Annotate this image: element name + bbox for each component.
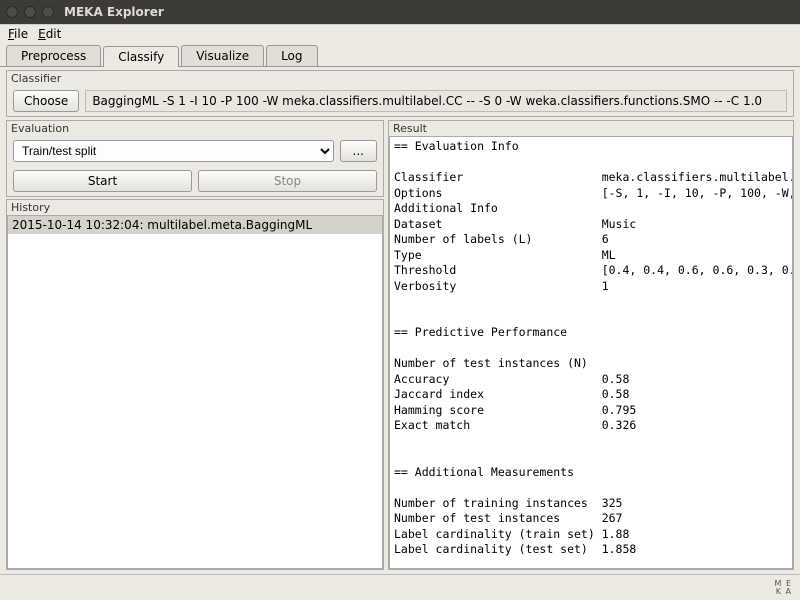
result-panel: Result == Evaluation Info Classifier mek… bbox=[388, 120, 794, 570]
tab-log[interactable]: Log bbox=[266, 45, 317, 66]
history-panel: History 2015-10-14 10:32:04: multilabel.… bbox=[6, 199, 384, 570]
evaluation-options-button[interactable]: ... bbox=[340, 140, 377, 162]
history-panel-title: History bbox=[7, 200, 383, 215]
start-button[interactable]: Start bbox=[13, 170, 192, 192]
classifier-panel-title: Classifier bbox=[7, 71, 793, 86]
classifier-panel: Classifier Choose BaggingML -S 1 -I 10 -… bbox=[6, 70, 794, 117]
window-title: MEKA Explorer bbox=[64, 5, 164, 19]
tabs: Preprocess Classify Visualize Log bbox=[0, 43, 800, 67]
classifier-string[interactable]: BaggingML -S 1 -I 10 -P 100 -W meka.clas… bbox=[85, 90, 787, 112]
menubar: File Edit bbox=[0, 25, 800, 43]
history-item[interactable]: 2015-10-14 10:32:04: multilabel.meta.Bag… bbox=[8, 216, 382, 234]
evaluation-panel-title: Evaluation bbox=[7, 121, 383, 136]
evaluation-mode-select[interactable]: Train/test split bbox=[13, 140, 334, 162]
maximize-icon[interactable] bbox=[42, 6, 54, 18]
statusbar: M E K A bbox=[0, 574, 800, 600]
tab-classify[interactable]: Classify bbox=[103, 46, 179, 67]
meka-logo: M E K A bbox=[775, 580, 793, 594]
evaluation-panel: Evaluation Train/test split ... Start St… bbox=[6, 120, 384, 197]
history-list[interactable]: 2015-10-14 10:32:04: multilabel.meta.Bag… bbox=[7, 215, 383, 569]
close-icon[interactable] bbox=[6, 6, 18, 18]
app-window: File Edit Preprocess Classify Visualize … bbox=[0, 24, 800, 600]
tab-preprocess[interactable]: Preprocess bbox=[6, 45, 101, 66]
choose-button[interactable]: Choose bbox=[13, 90, 79, 112]
result-text[interactable]: == Evaluation Info Classifier meka.class… bbox=[389, 136, 793, 569]
menu-edit[interactable]: Edit bbox=[38, 27, 61, 41]
stop-button: Stop bbox=[198, 170, 377, 192]
minimize-icon[interactable] bbox=[24, 6, 36, 18]
tab-visualize[interactable]: Visualize bbox=[181, 45, 264, 66]
titlebar: MEKA Explorer bbox=[0, 0, 800, 24]
menu-file[interactable]: File bbox=[8, 27, 28, 41]
result-panel-title: Result bbox=[389, 121, 793, 136]
